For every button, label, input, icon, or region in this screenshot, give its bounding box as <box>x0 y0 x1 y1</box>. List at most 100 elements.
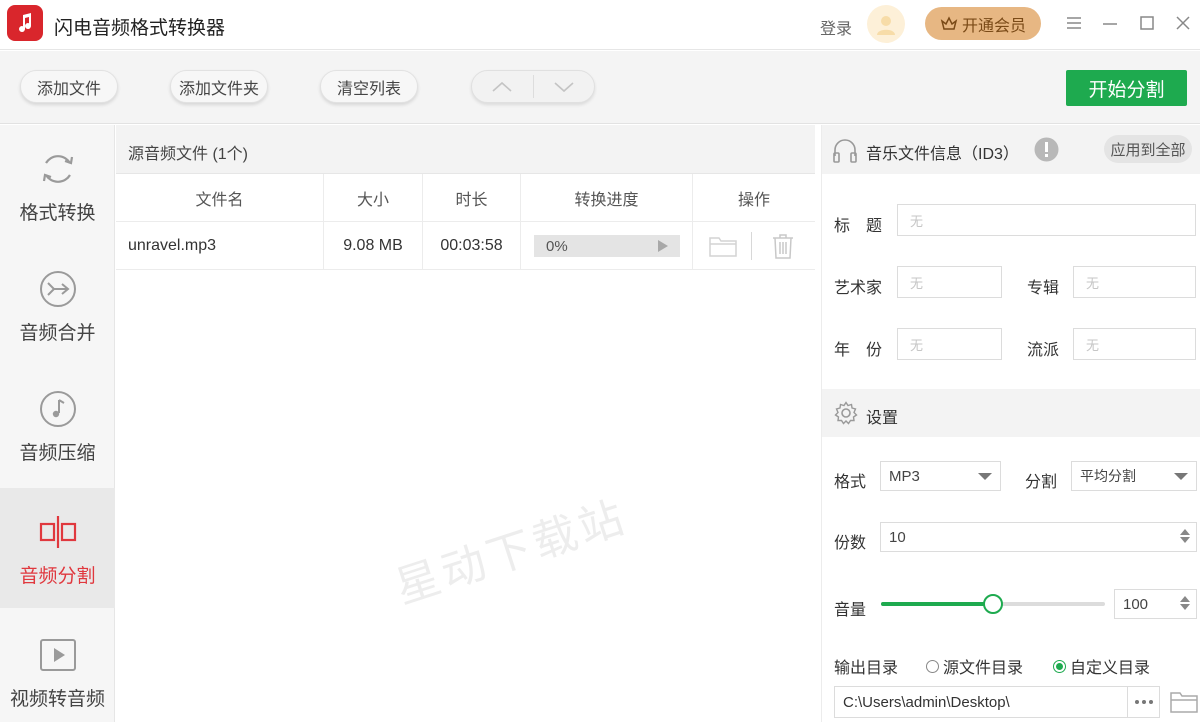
genre-label: 流派 <box>1027 342 1060 359</box>
volume-slider-thumb[interactable] <box>983 594 1003 614</box>
move-buttons <box>471 70 595 103</box>
sidebar-item-audio-split[interactable]: 音频分割 <box>0 488 115 608</box>
artist-label: 艺术家 <box>834 280 883 297</box>
year-field[interactable]: 无 <box>897 328 1002 360</box>
table-row-actions <box>693 222 815 270</box>
table-row-size: 9.08 MB <box>324 222 423 270</box>
radio-custom-dir-label: 自定义目录 <box>1070 660 1151 677</box>
headphones-icon <box>832 136 858 169</box>
file-list-title: 源音频文件 (1个) <box>128 146 249 163</box>
app-title: 闪电音频格式转换器 <box>54 18 226 39</box>
volume-stepper[interactable]: 100 <box>1114 589 1197 619</box>
info-icon[interactable] <box>1034 137 1059 167</box>
delete-icon[interactable] <box>771 233 795 264</box>
volume-slider[interactable] <box>881 594 1105 614</box>
format-value: MP3 <box>889 467 920 485</box>
sidebar-item-label: 音频压缩 <box>19 443 96 464</box>
settings-section-header: 设置 <box>822 389 1200 437</box>
album-label: 专辑 <box>1027 280 1060 297</box>
split-mode-label: 分割 <box>1025 474 1058 491</box>
stepper-arrows-icon[interactable] <box>1180 596 1190 610</box>
split-mode-select[interactable]: 平均分割 <box>1071 461 1197 491</box>
sidebar-item-audio-compress[interactable]: 音频压缩 <box>0 365 115 485</box>
app-logo-icon <box>7 5 43 41</box>
volume-slider-fill <box>881 602 993 606</box>
sidebar-nav: 格式转换 音频合并 音频压缩 音频分割 视频转音频 <box>0 125 115 722</box>
close-icon[interactable] <box>1172 12 1194 34</box>
maximize-icon[interactable] <box>1136 12 1158 34</box>
browse-button[interactable] <box>1128 686 1160 718</box>
file-list-header: 源音频文件 (1个) <box>116 125 815 174</box>
radio-source-dir[interactable]: 源文件目录 <box>926 654 1023 678</box>
start-split-button[interactable]: 开始分割 <box>1066 70 1187 106</box>
refresh-icon <box>38 149 78 189</box>
file-list-panel: 源音频文件 (1个) 文件名 大小 时长 转换进度 操作 unravel.mp3… <box>116 125 815 722</box>
radio-checked-icon <box>1053 659 1066 673</box>
sidebar-item-label: 音频合并 <box>19 323 96 344</box>
open-folder-icon[interactable] <box>1170 690 1198 719</box>
sidebar-item-format-convert[interactable]: 格式转换 <box>0 125 115 245</box>
column-header-size[interactable]: 大小 <box>324 174 423 222</box>
year-label: 年 份 <box>834 342 883 359</box>
parts-label: 份数 <box>834 535 867 552</box>
artist-field[interactable]: 无 <box>897 266 1002 298</box>
column-header-duration[interactable]: 时长 <box>423 174 521 222</box>
radio-custom-dir[interactable]: 自定义目录 <box>1053 654 1150 678</box>
add-folder-button[interactable]: 添加文件夹 <box>170 70 268 103</box>
vip-label: 开通会员 <box>961 17 1026 35</box>
sidebar-item-audio-merge[interactable]: 音频合并 <box>0 245 115 365</box>
radio-icon <box>926 659 939 673</box>
sidebar-item-label: 视频转音频 <box>9 689 105 710</box>
split-mode-value: 平均分割 <box>1080 468 1136 484</box>
progress-text: 0% <box>546 237 568 255</box>
album-field[interactable]: 无 <box>1073 266 1196 298</box>
action-divider <box>751 232 752 260</box>
login-link[interactable]: 登录 <box>820 15 852 39</box>
format-label: 格式 <box>834 474 867 491</box>
column-header-progress[interactable]: 转换进度 <box>521 174 693 222</box>
title-bar: 闪电音频格式转换器 登录 开通会员 <box>0 0 1200 50</box>
music-note-icon <box>38 389 78 429</box>
clear-list-button[interactable]: 清空列表 <box>320 70 418 103</box>
avatar[interactable] <box>867 5 905 43</box>
id3-title: 音乐文件信息（ID3） <box>866 146 1019 163</box>
chevron-up-icon <box>492 81 512 92</box>
apply-all-button[interactable]: 应用到全部 <box>1104 135 1192 163</box>
menu-icon[interactable] <box>1063 12 1085 34</box>
vip-button[interactable]: 开通会员 <box>925 7 1041 40</box>
genre-field[interactable]: 无 <box>1073 328 1196 360</box>
folder-icon[interactable] <box>709 235 737 262</box>
table-row-name[interactable]: unravel.mp3 <box>116 222 324 270</box>
parts-stepper[interactable]: 10 <box>880 522 1197 552</box>
watermark: 星动下载站 <box>389 492 634 614</box>
title-field[interactable]: 无 <box>897 204 1196 236</box>
move-down-button[interactable] <box>534 71 595 102</box>
sidebar-item-video-to-audio[interactable]: 视频转音频 <box>0 611 115 722</box>
column-header-actions: 操作 <box>693 174 815 222</box>
chevron-down-icon <box>1174 473 1188 480</box>
chevron-down-icon <box>978 473 992 480</box>
volume-value: 100 <box>1123 595 1149 613</box>
move-up-button[interactable] <box>472 71 533 102</box>
radio-source-dir-label: 源文件目录 <box>943 660 1024 677</box>
add-file-button[interactable]: 添加文件 <box>20 70 118 103</box>
title-label: 标 题 <box>834 218 883 235</box>
progress-bar: 0% <box>534 235 680 257</box>
format-select[interactable]: MP3 <box>880 461 1001 491</box>
split-icon <box>38 512 78 552</box>
settings-title: 设置 <box>866 410 899 427</box>
chevron-down-icon <box>554 81 574 92</box>
volume-label: 音量 <box>834 602 867 619</box>
sidebar-item-label: 音频分割 <box>19 566 96 587</box>
properties-panel: 音乐文件信息（ID3） 应用到全部 标 题 无 艺术家 无 专辑 无 年 份 无… <box>821 125 1200 722</box>
stepper-arrows-icon[interactable] <box>1180 529 1190 543</box>
play-icon[interactable] <box>658 240 668 252</box>
table-row-duration: 00:03:58 <box>423 222 521 270</box>
output-path-field[interactable]: C:\Users\admin\Desktop\ <box>834 686 1128 718</box>
gear-icon <box>834 401 858 430</box>
output-dir-label: 输出目录 <box>834 660 899 677</box>
column-header-name[interactable]: 文件名 <box>116 174 324 222</box>
minimize-icon[interactable] <box>1099 12 1121 34</box>
sidebar-item-label: 格式转换 <box>19 203 96 224</box>
toolbar: 添加文件 添加文件夹 清空列表 开始分割 <box>0 51 1200 124</box>
